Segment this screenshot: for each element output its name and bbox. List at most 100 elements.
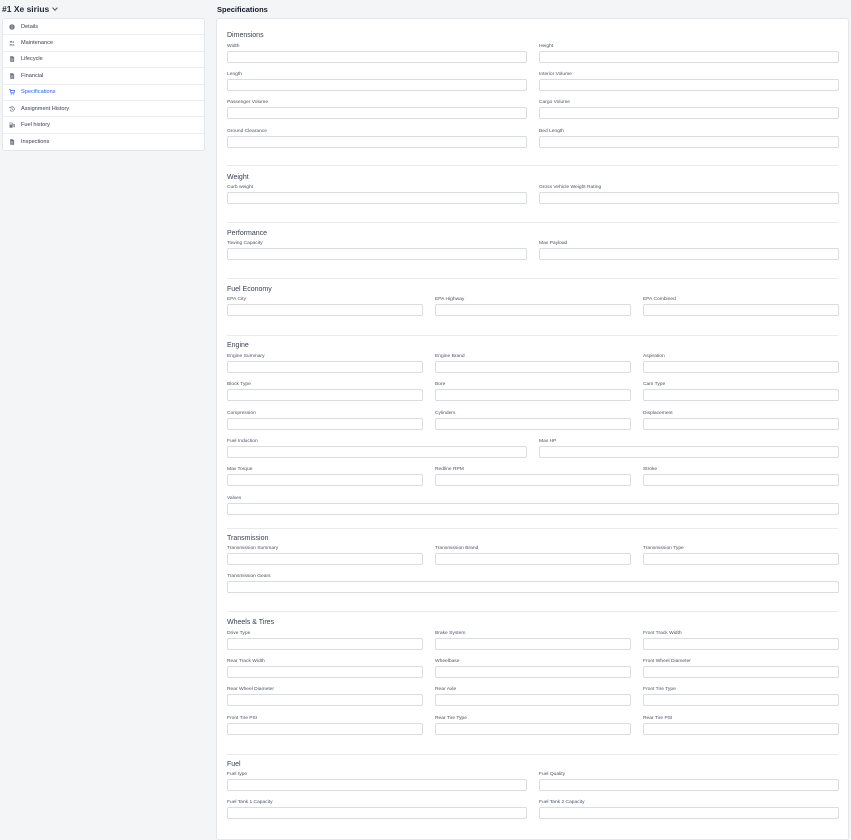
bed-length-input[interactable] bbox=[539, 136, 839, 148]
field-label: Rear Tire Type bbox=[435, 716, 467, 721]
length-input[interactable] bbox=[227, 79, 527, 91]
fuel-induction-field: Fuel Induction bbox=[227, 439, 527, 459]
front-wheel-diameter-input[interactable] bbox=[643, 666, 839, 678]
redline-rpm-input[interactable] bbox=[435, 474, 631, 486]
sidebar-item-fuel-history[interactable]: Fuel history bbox=[3, 117, 204, 134]
displacement-field: Displacement bbox=[643, 411, 839, 431]
width-field: Width bbox=[227, 44, 527, 64]
max-hp-input[interactable] bbox=[539, 446, 839, 458]
epa-highway-input[interactable] bbox=[435, 304, 631, 316]
front-tire-psi-input[interactable] bbox=[227, 723, 423, 735]
drive-type-input[interactable] bbox=[227, 638, 423, 650]
bore-input[interactable] bbox=[435, 389, 631, 401]
cargo-volume-input[interactable] bbox=[539, 107, 839, 119]
passenger-volume-input[interactable] bbox=[227, 107, 527, 119]
transmission-type-input[interactable] bbox=[643, 553, 839, 565]
cam-type-input[interactable] bbox=[643, 389, 839, 401]
valves-field: Valves bbox=[227, 496, 839, 516]
block-type-input[interactable] bbox=[227, 389, 423, 401]
fuel-quality-input[interactable] bbox=[539, 779, 839, 791]
sidebar-item-label: Fuel history bbox=[21, 122, 50, 129]
sidebar-item-financial[interactable]: Financial bbox=[3, 68, 204, 85]
interior-volume-input[interactable] bbox=[539, 79, 839, 91]
sidebar-item-maintenance[interactable]: Maintenance bbox=[3, 35, 204, 52]
field-label: Engine Summary bbox=[227, 354, 265, 359]
ground-clearance-field: Ground Clearance bbox=[227, 129, 527, 149]
cylinders-input[interactable] bbox=[435, 418, 631, 430]
section-title-transmission: Transmission bbox=[227, 535, 269, 542]
field-label: Gross Vehicle Weight Rating bbox=[539, 185, 602, 190]
field-label: Ground Clearance bbox=[227, 129, 267, 134]
rear-track-width-input[interactable] bbox=[227, 666, 423, 678]
fuel-tank-1-capacity-field: Fuel Tank 1 Capacity bbox=[227, 800, 527, 820]
ground-clearance-input[interactable] bbox=[227, 136, 527, 148]
transmission-summary-input[interactable] bbox=[227, 553, 423, 565]
front-track-width-input[interactable] bbox=[643, 638, 839, 650]
cart-icon bbox=[9, 89, 15, 95]
sidebar-item-inspections[interactable]: Inspections bbox=[3, 134, 204, 150]
sidebar-item-lifecycle[interactable]: Lifecycle bbox=[3, 52, 204, 69]
brake-system-input[interactable] bbox=[435, 638, 631, 650]
field-label: Cam Type bbox=[643, 382, 666, 387]
towing-capacity-input[interactable] bbox=[227, 248, 527, 260]
height-input[interactable] bbox=[539, 51, 839, 63]
section-divider bbox=[227, 222, 838, 223]
rear-tire-type-input[interactable] bbox=[435, 723, 631, 735]
field-label: Passenger Volume bbox=[227, 100, 269, 105]
fuel-tank-2-capacity-input[interactable] bbox=[539, 807, 839, 819]
max-torque-field: Max Torque bbox=[227, 467, 423, 487]
rear-axle-input[interactable] bbox=[435, 694, 631, 706]
rear-tire-psi-input[interactable] bbox=[643, 723, 839, 735]
wheelbase-input[interactable] bbox=[435, 666, 631, 678]
epa-combined-input[interactable] bbox=[643, 304, 839, 316]
section-divider bbox=[227, 611, 838, 612]
field-label: Front Track Width bbox=[643, 631, 682, 636]
transmission-gears-input[interactable] bbox=[227, 581, 839, 593]
sidebar-item-specifications[interactable]: Specifications bbox=[3, 85, 204, 101]
field-label: Valves bbox=[227, 496, 242, 501]
engine-summary-input[interactable] bbox=[227, 361, 423, 373]
sidebar-item-label: Details bbox=[21, 23, 39, 30]
fuel-induction-input[interactable] bbox=[227, 446, 527, 458]
displacement-input[interactable] bbox=[643, 418, 839, 430]
field-label: Front Tire PSI bbox=[227, 716, 258, 721]
valves-input[interactable] bbox=[227, 503, 839, 515]
users-icon bbox=[9, 40, 15, 46]
compression-field: Compression bbox=[227, 411, 423, 431]
engine-brand-input[interactable] bbox=[435, 361, 631, 373]
redline-rpm-field: Redline RPM bbox=[435, 467, 631, 487]
fuel-type-input[interactable] bbox=[227, 779, 527, 791]
field-label: Stroke bbox=[643, 467, 658, 472]
transmission-gears-field: Transmission Gears bbox=[227, 574, 839, 594]
width-input[interactable] bbox=[227, 51, 527, 63]
front-tire-type-input[interactable] bbox=[643, 694, 839, 706]
curb-weight-input[interactable] bbox=[227, 192, 527, 204]
rear-wheel-diameter-field: Rear Wheel Diameter bbox=[227, 687, 423, 707]
epa-city-input[interactable] bbox=[227, 304, 423, 316]
max-payload-input[interactable] bbox=[539, 248, 839, 260]
length-field: Length bbox=[227, 72, 527, 92]
sidebar-item-assignment-history[interactable]: Assignment History bbox=[3, 101, 204, 118]
gross-vehicle-weight-rating-input[interactable] bbox=[539, 192, 839, 204]
field-label: Length bbox=[227, 72, 242, 77]
sidebar-item-details[interactable]: Details bbox=[3, 19, 204, 36]
stroke-field: Stroke bbox=[643, 467, 839, 487]
section-divider bbox=[227, 165, 838, 166]
rear-wheel-diameter-input[interactable] bbox=[227, 694, 423, 706]
section-divider bbox=[227, 754, 838, 755]
field-label: Cargo Volume bbox=[539, 100, 570, 105]
aspiration-input[interactable] bbox=[643, 361, 839, 373]
transmission-brand-input[interactable] bbox=[435, 553, 631, 565]
vehicle-selector[interactable]: #1 Xe sirius bbox=[2, 4, 59, 14]
vehicle-name: #1 Xe sirius bbox=[2, 4, 50, 14]
max-torque-input[interactable] bbox=[227, 474, 423, 486]
fuel-tank-1-capacity-input[interactable] bbox=[227, 807, 527, 819]
compression-input[interactable] bbox=[227, 418, 423, 430]
stroke-input[interactable] bbox=[643, 474, 839, 486]
field-label: Redline RPM bbox=[435, 467, 464, 472]
engine-brand-field: Engine Brand bbox=[435, 354, 631, 374]
section-title-wheels-tires: Wheels & Tires bbox=[227, 619, 275, 626]
wheelbase-field: Wheelbase bbox=[435, 659, 631, 679]
fuel-pump-icon bbox=[9, 122, 15, 128]
section-divider bbox=[227, 278, 838, 279]
